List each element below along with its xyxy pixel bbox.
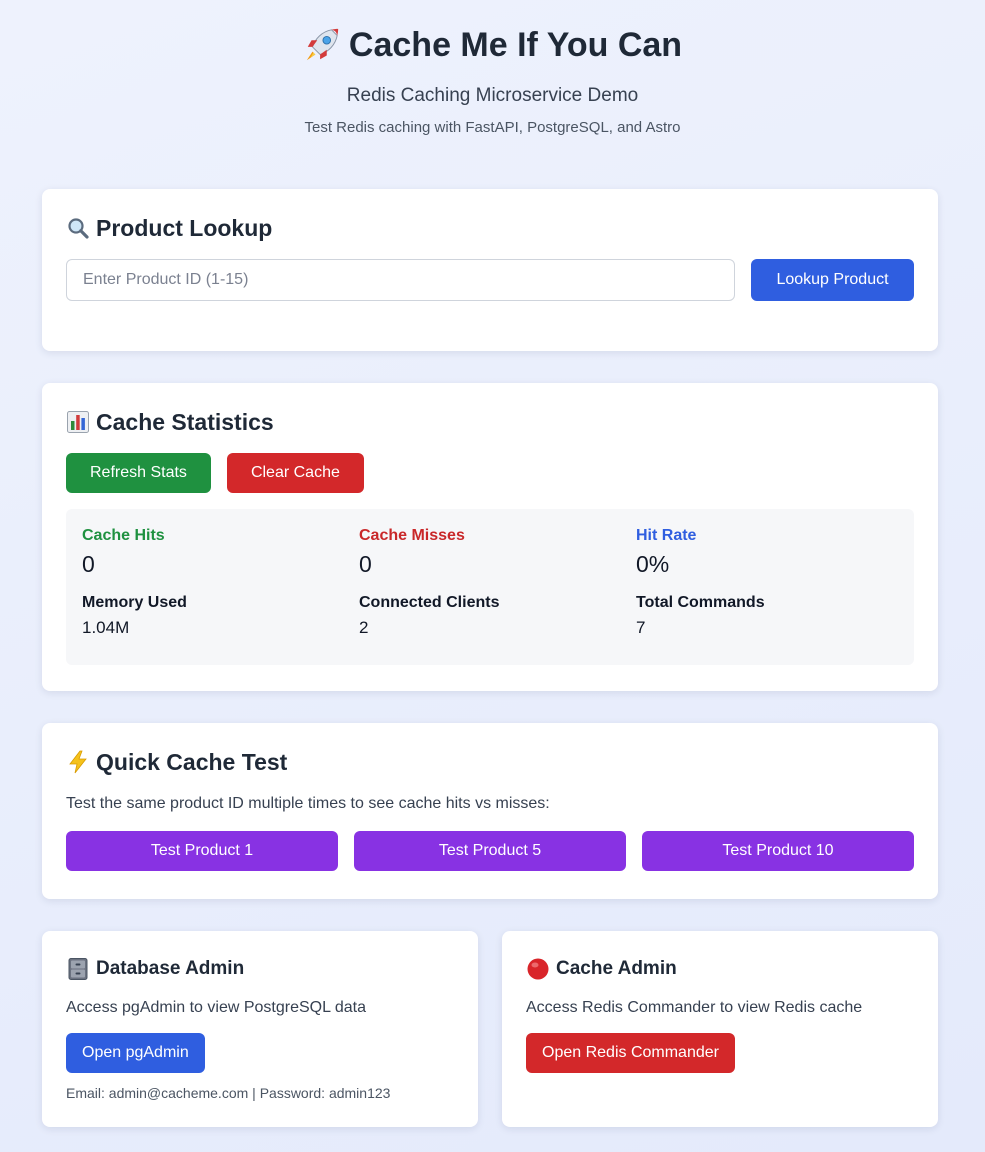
hit-rate-label: Hit Rate xyxy=(636,527,697,544)
cache-statistics-card: Cache Statistics Refresh Stats Clear Cac… xyxy=(42,383,938,691)
cache-statistics-title: Cache Statistics xyxy=(96,408,274,435)
page-title: Cache Me If You Can xyxy=(0,24,985,66)
cache-admin-description: Access Redis Commander to view Redis cac… xyxy=(526,999,863,1016)
rocket-icon xyxy=(306,28,339,61)
hit-rate-value: 0% xyxy=(636,551,670,577)
test-product-5-button[interactable]: Test Product 5 xyxy=(354,831,626,871)
quick-test-buttons: Test Product 1 Test Product 5 Test Produ… xyxy=(66,831,914,871)
quick-cache-test-card: Quick Cache Test Test the same product I… xyxy=(42,723,938,899)
page-tagline: Test Redis caching with FastAPI, Postgre… xyxy=(304,119,681,136)
database-admin-heading: Database Admin xyxy=(66,955,454,983)
database-admin-description: Access pgAdmin to view PostgreSQL data xyxy=(66,999,366,1016)
quick-cache-test-title: Quick Cache Test xyxy=(96,748,288,775)
page-header: Cache Me If You Can Redis Caching Micros… xyxy=(0,0,985,137)
memory-used-value: 1.04M xyxy=(82,618,130,637)
stat-cache-misses: Cache Misses 0 Connected Clients 2 xyxy=(359,527,636,649)
clear-cache-button[interactable]: Clear Cache xyxy=(226,453,364,493)
magnifier-icon xyxy=(68,218,89,239)
memory-used-label: Memory Used xyxy=(82,594,187,611)
red-circle-icon xyxy=(527,958,549,980)
bar-chart-icon xyxy=(67,411,89,433)
stat-cache-hits: Cache Hits 0 Memory Used 1.04M xyxy=(82,527,359,649)
page-subtitle: Redis Caching Microservice Demo xyxy=(346,85,639,106)
product-lookup-title: Product Lookup xyxy=(96,214,273,241)
lookup-product-button[interactable]: Lookup Product xyxy=(751,259,914,301)
total-commands-value: 7 xyxy=(636,618,646,637)
open-redis-commander-button[interactable]: Open Redis Commander xyxy=(526,1033,735,1073)
test-product-10-button[interactable]: Test Product 10 xyxy=(642,831,914,871)
cache-admin-heading: Cache Admin xyxy=(526,955,914,983)
database-admin-card: Database Admin Access pgAdmin to view Po… xyxy=(42,931,478,1127)
product-id-input[interactable] xyxy=(66,259,735,301)
refresh-stats-button[interactable]: Refresh Stats xyxy=(66,453,211,493)
file-cabinet-icon xyxy=(68,958,88,980)
cache-misses-label: Cache Misses xyxy=(359,527,465,544)
cache-hits-value: 0 xyxy=(82,551,95,577)
lookup-row: Lookup Product xyxy=(66,259,914,301)
cache-statistics-heading: Cache Statistics xyxy=(66,407,914,437)
stat-hit-rate: Hit Rate 0% Total Commands 7 xyxy=(636,527,898,649)
connected-clients-label: Connected Clients xyxy=(359,594,500,611)
cache-hits-label: Cache Hits xyxy=(82,527,165,544)
cache-admin-card: Cache Admin Access Redis Commander to vi… xyxy=(502,931,938,1127)
product-lookup-card: Product Lookup Lookup Product xyxy=(42,189,938,351)
connected-clients-value: 2 xyxy=(359,618,369,637)
lightning-icon xyxy=(69,750,87,774)
quick-cache-test-description: Test the same product ID multiple times … xyxy=(66,795,550,812)
stats-actions: Refresh Stats Clear Cache xyxy=(66,453,914,493)
product-lookup-heading: Product Lookup xyxy=(66,213,914,243)
cache-misses-value: 0 xyxy=(359,551,372,577)
pgadmin-credentials-note: Email: admin@cacheme.com | Password: adm… xyxy=(66,1085,391,1101)
database-admin-title: Database Admin xyxy=(96,958,245,979)
cache-admin-title: Cache Admin xyxy=(556,958,677,979)
total-commands-label: Total Commands xyxy=(636,594,765,611)
page-title-text: Cache Me If You Can xyxy=(348,25,683,64)
quick-cache-test-heading: Quick Cache Test xyxy=(66,747,914,777)
open-pgadmin-button[interactable]: Open pgAdmin xyxy=(66,1033,205,1073)
test-product-1-button[interactable]: Test Product 1 xyxy=(66,831,338,871)
stats-panel: Cache Hits 0 Memory Used 1.04M Cache Mis… xyxy=(66,509,914,665)
